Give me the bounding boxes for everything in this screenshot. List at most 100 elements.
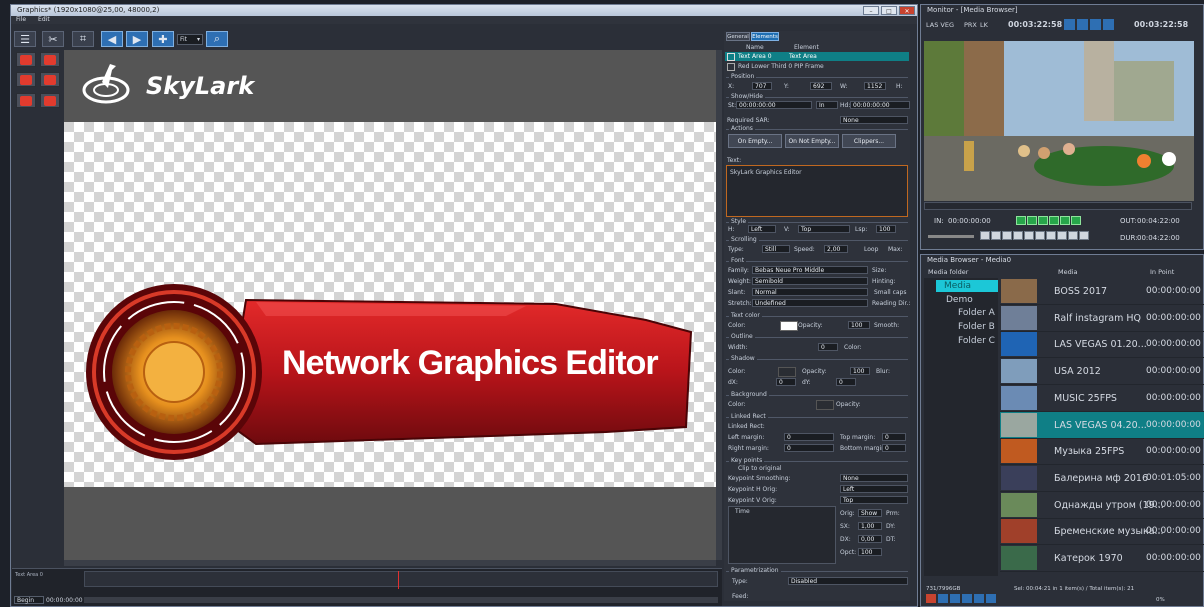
sx-field[interactable]: 1,00 [858, 522, 882, 530]
text-field[interactable]: SkyLark Graphics Editor [726, 165, 908, 217]
outline-width-field[interactable]: 0 [818, 343, 838, 351]
lower-third-banner[interactable]: Network Graphics Editor [86, 272, 696, 472]
style-h-select[interactable]: Left [748, 225, 776, 233]
bg-color-swatch[interactable] [816, 400, 834, 410]
clippers-button[interactable]: Clippers... [842, 134, 896, 148]
volume-slider[interactable] [928, 235, 974, 238]
media-list-item[interactable]: MUSIC 25FPS 00:00:00:00 [1000, 385, 1204, 412]
linked-rect-label[interactable]: Linked Rect [729, 413, 768, 420]
prx-checkbox[interactable]: PRX [964, 21, 977, 29]
timeline[interactable]: Text Area 0 Begin 00:00:00:00 [12, 568, 722, 606]
kp-v-select[interactable]: Top [840, 496, 908, 504]
stretch-select[interactable]: Undefined [752, 299, 868, 307]
media-list-item[interactable]: Музыка 25FPS 00:00:00:00 [1000, 438, 1204, 466]
timeline-playhead[interactable] [398, 571, 399, 589]
keypoints-label[interactable]: Key points [729, 457, 765, 464]
element-row-selected[interactable]: Text Area 0 Text Area [725, 52, 909, 61]
scroll-type-select[interactable]: Still [762, 245, 790, 253]
in-select[interactable]: In [816, 101, 838, 109]
footer-toolbar[interactable] [926, 594, 996, 603]
left-margin-field[interactable]: 0 [784, 433, 834, 441]
crop-tool-button[interactable]: ⌗ [72, 31, 94, 47]
element-row[interactable]: Red Lower Third 0 PIP Frame [725, 62, 909, 71]
on-not-empty-button[interactable]: On Not Empty... [785, 134, 839, 148]
arrow-right-button[interactable]: ▶ [126, 31, 148, 47]
x-field[interactable]: 707 [752, 82, 772, 90]
shadow-label[interactable]: Shadow [729, 355, 757, 362]
monitor-video-frame[interactable] [924, 41, 1194, 201]
close-button[interactable]: ✕ [899, 6, 915, 15]
y-field[interactable]: 692 [810, 82, 832, 90]
canvas-vscrollbar[interactable] [716, 50, 722, 560]
menu-edit[interactable]: Edit [38, 16, 50, 24]
media-list-item[interactable]: BOSS 2017 00:00:00:00 [1000, 278, 1204, 305]
opct-field[interactable]: 100 [858, 548, 882, 556]
folder-tree[interactable]: Media Demo Folder A Folder B Folder C [924, 278, 998, 576]
monitor-tools[interactable] [1064, 19, 1114, 30]
tree-item-folder-b[interactable]: Folder B [958, 322, 995, 332]
media-list-item[interactable]: Однажды утром (19... 00:00:00:00 [1000, 492, 1204, 519]
media-list-item[interactable]: Ralf instagram HQ 00:00:00:00 [1000, 305, 1204, 332]
weight-select[interactable]: Semibold [752, 277, 868, 285]
on-empty-button[interactable]: On Empty... [728, 134, 782, 148]
text-color-swatch[interactable] [780, 321, 798, 331]
tool-text-button[interactable] [16, 72, 36, 87]
tree-item-folder-c[interactable]: Folder C [958, 336, 995, 346]
scissors-tool-button[interactable]: ✂ [42, 31, 64, 47]
checkbox-icon[interactable] [727, 53, 735, 61]
timeline-track[interactable] [84, 571, 718, 587]
tree-item-folder-a[interactable]: Folder A [958, 308, 995, 318]
zoom-select[interactable]: Fit ▾ [177, 34, 203, 45]
tab-elements[interactable]: Elements [751, 32, 779, 41]
clip-original-checkbox[interactable]: Clip to original [738, 465, 782, 472]
keypoints-list[interactable]: Time [728, 506, 836, 564]
media-list-item[interactable]: USA 2012 00:00:00:00 [1000, 358, 1204, 386]
kp-dx-field[interactable]: 0,00 [858, 535, 882, 543]
w-field[interactable]: 1152 [864, 82, 886, 90]
media-list-item[interactable]: Бременские музыка... 00:00:00:00 [1000, 518, 1204, 546]
shadow-dx-field[interactable]: 0 [776, 378, 796, 386]
outline-label[interactable]: Outline [729, 333, 755, 340]
slant-select[interactable]: Normal [752, 288, 868, 296]
family-select[interactable]: Bebas Neue Pro Middle [752, 266, 868, 274]
monitor-scrubber[interactable] [924, 202, 1192, 210]
small-caps-checkbox[interactable]: Small caps [874, 289, 906, 296]
minimize-button[interactable]: – [863, 6, 879, 15]
style-v-select[interactable]: Top [798, 225, 850, 233]
lsp-field[interactable]: 100 [876, 225, 896, 233]
lk-checkbox[interactable]: LK [980, 21, 988, 29]
arrow-left-button[interactable]: ◀ [101, 31, 123, 47]
tool-audio-button[interactable] [40, 93, 60, 108]
checkbox-icon[interactable] [727, 63, 735, 71]
shadow-dy-field[interactable]: 0 [836, 378, 856, 386]
canvas-hscrollbar[interactable] [64, 560, 716, 566]
hold-field[interactable]: 00:00:00:00 [850, 101, 910, 109]
transport-white[interactable] [980, 231, 1089, 240]
background-label[interactable]: Background [729, 391, 769, 398]
graphics-canvas[interactable]: SkyLark Network Graphics Editor [64, 50, 716, 560]
top-margin-field[interactable]: 0 [882, 433, 906, 441]
tool-clock-button[interactable] [16, 93, 36, 108]
tree-item-demo[interactable]: Demo [946, 295, 973, 305]
orig-select[interactable]: Show [858, 509, 882, 517]
sar-select[interactable]: None [840, 116, 908, 124]
param-type-select[interactable]: Disabled [788, 577, 908, 585]
zoom-icon-button[interactable]: ⌕ [206, 31, 228, 47]
kp-h-select[interactable]: Left [840, 485, 908, 493]
media-list-item[interactable]: LAS VEGAS 01.20... 00:00:00:00 [1000, 331, 1204, 359]
tab-general[interactable]: General [726, 32, 750, 41]
media-list-item[interactable]: Балерина мф 2016 00:01:05:00 [1000, 465, 1204, 492]
timeline-scrollbar[interactable] [84, 597, 718, 603]
tc-opacity-field[interactable]: 100 [848, 321, 870, 329]
tool-rect-button[interactable] [40, 52, 60, 67]
shadow-color-swatch[interactable] [778, 367, 796, 377]
speed-field[interactable]: 2,00 [824, 245, 848, 253]
bottom-margin-field[interactable]: 0 [882, 444, 906, 452]
maximize-button[interactable]: □ [881, 6, 897, 15]
menu-file[interactable]: File [16, 16, 26, 24]
tool-video-button[interactable] [40, 72, 60, 87]
kp-smooth-select[interactable]: None [840, 474, 908, 482]
begin-select[interactable]: Begin [14, 596, 44, 604]
right-margin-field[interactable]: 0 [784, 444, 834, 452]
media-list-item[interactable]: Катерок 1970 00:00:00:00 [1000, 545, 1204, 572]
